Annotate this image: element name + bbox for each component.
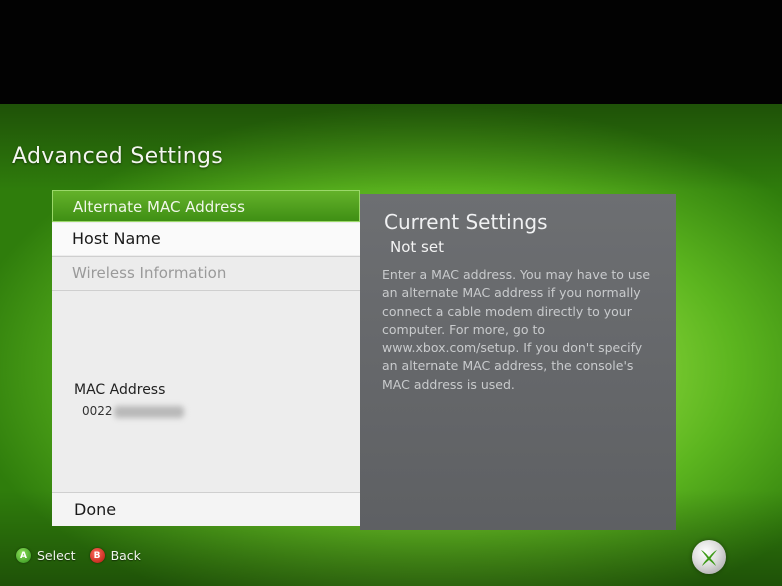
current-settings-title: Current Settings [384, 210, 548, 234]
xbox-logo-icon [692, 540, 726, 574]
menu-item-wireless-information: Wireless Information [52, 257, 360, 289]
select-hint[interactable]: Select [37, 548, 76, 563]
a-button-icon: A [16, 548, 31, 563]
help-description: Enter a MAC address. You may have to use… [382, 267, 651, 392]
settings-menu: Alternate MAC Address Host Name Wireless… [52, 190, 360, 526]
settings-screen: Advanced Settings Alternate MAC Address … [0, 104, 782, 586]
top-letterbox [0, 0, 782, 106]
button-legend: A Select B Back [16, 548, 141, 563]
mac-address-redaction [114, 406, 184, 418]
current-settings-panel: Current Settings Not set Enter a MAC add… [360, 194, 676, 530]
mac-address-value: 0022 [82, 404, 113, 418]
b-button-icon: B [89, 548, 105, 563]
back-hint[interactable]: Back [111, 548, 141, 563]
menu-item-alternate-mac[interactable]: Alternate MAC Address [52, 190, 360, 222]
done-button[interactable]: Done [52, 492, 360, 526]
mac-address-label: MAC Address [74, 382, 166, 398]
page-title: Advanced Settings [12, 144, 223, 169]
current-settings-value: Not set [390, 238, 444, 256]
menu-item-host-name[interactable]: Host Name [52, 223, 360, 255]
menu-divider [52, 290, 360, 291]
